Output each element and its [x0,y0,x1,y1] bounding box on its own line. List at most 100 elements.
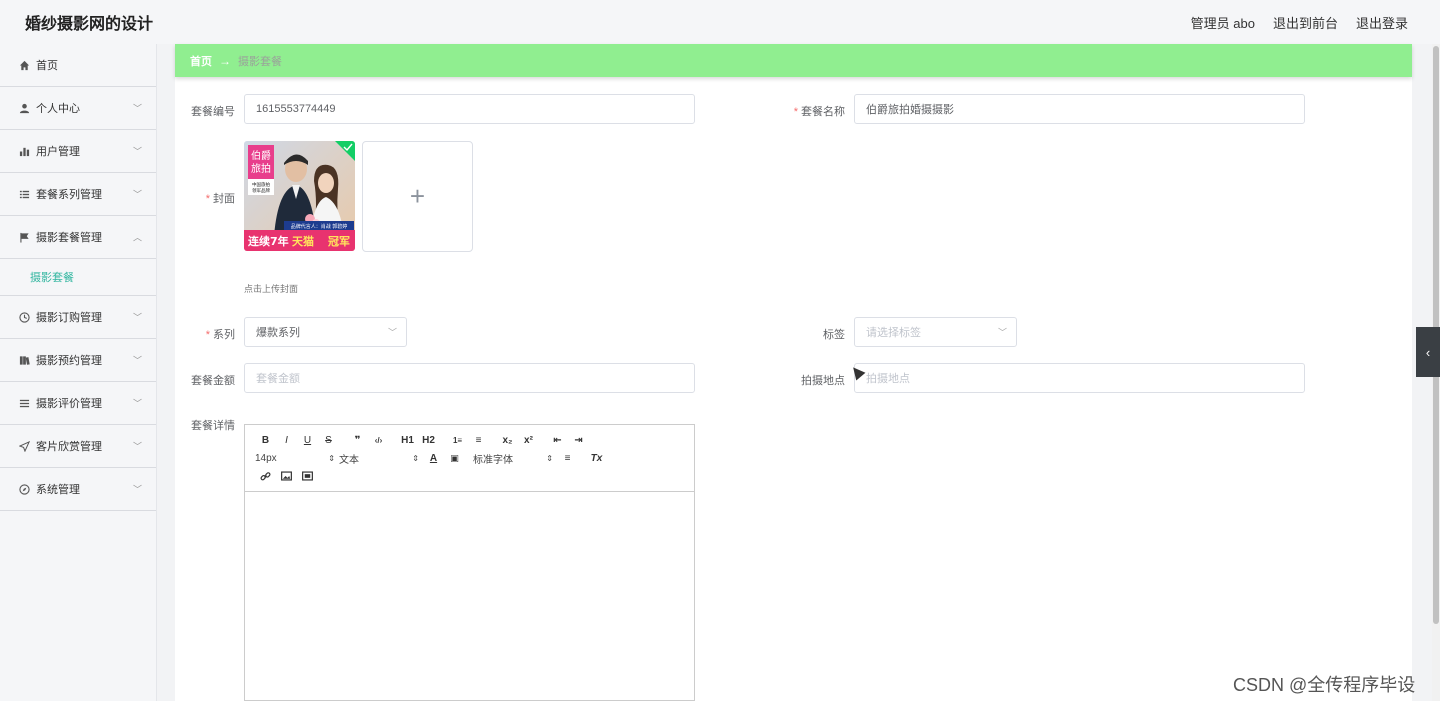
upload-cover-button[interactable]: + [362,141,473,252]
sidebar-item-personal[interactable]: 个人中心 ﹀ [0,87,156,130]
rich-text-editor: B I U S ❞ ‹/› H1 H2 1≡ ≡ x₂ x² ⇤ ⇥ 14px … [244,424,695,701]
price-label: 套餐金额 [191,375,235,387]
font-size-picker[interactable]: 14px ⇕ [255,449,339,467]
image-icon[interactable] [276,467,297,485]
font-family-picker[interactable]: 标准字体 ⇕ [473,449,557,467]
sidebar-item-reviews[interactable]: 摄影评价管理 ﹀ [0,382,156,425]
chevron-down-icon: ﹀ [387,327,397,338]
ordered-list-button[interactable]: 1≡ [447,431,468,449]
drawer-toggle-button[interactable]: ‹ [1416,327,1440,377]
cover-hint: 点击上传封面 [244,284,299,294]
flag-icon [18,231,30,243]
updown-icon: ⇕ [546,453,553,463]
chevron-down-icon: ﹀ [132,103,142,114]
chevron-down-icon: ﹀ [132,398,142,409]
chevron-left-icon: ‹ [1425,344,1431,360]
svg-text:品牌代言人：肖战 郭碧婷: 品牌代言人：肖战 郭碧婷 [291,223,348,230]
video-icon[interactable] [297,467,318,485]
bullet-list-button[interactable]: ≡ [468,431,489,449]
font-color-icon[interactable]: A [423,449,444,467]
list-icon [18,188,30,200]
sidebar-item-home[interactable]: 首页 [0,44,156,87]
underline-button[interactable]: U [297,431,318,449]
updown-icon: ⇕ [328,453,335,463]
superscript-button[interactable]: x² [518,431,539,449]
name-label: * 套餐名称 [793,106,845,118]
align-left-icon[interactable]: ≡ [557,449,578,467]
chevron-down-icon: ﹀ [997,327,1007,338]
code-block-button[interactable]: ‹/› [368,431,389,449]
tag-label: 标签 [823,329,845,341]
svg-text:冠军: 冠军 [328,235,350,248]
admin-user[interactable]: 管理员 abo [1191,13,1255,32]
outdent-button[interactable]: ⇤ [547,431,568,449]
editor-toolbar: B I U S ❞ ‹/› H1 H2 1≡ ≡ x₂ x² ⇤ ⇥ 14px … [245,425,694,492]
header-actions: 管理员 abo 退出到前台 退出登录 [1191,13,1408,32]
send-icon [18,440,30,452]
location-label: 拍摄地点 [801,375,845,387]
series-select[interactable]: 爆款系列 ﹀ [244,317,407,347]
menu-icon [18,397,30,409]
svg-text:伯爵: 伯爵 [251,149,271,162]
detail-label: 套餐详情 [191,420,235,432]
chevron-up-icon: ︿ [132,232,142,243]
svg-text:连续7年: 连续7年 [248,234,289,248]
app-title: 婚纱摄影网的设计 [25,16,154,33]
cover-label: * 封面 [205,193,235,205]
code-label: 套餐编号 [191,106,235,118]
chevron-down-icon: ﹀ [132,146,142,157]
price-input[interactable]: 套餐金额 [244,363,695,393]
logout-link[interactable]: 退出登录 [1356,13,1408,32]
sidebar-item-series[interactable]: 套餐系列管理 ﹀ [0,173,156,216]
svg-text:中国旅拍: 中国旅拍 [252,181,270,188]
updown-icon: ⇕ [412,453,419,463]
svg-text:领军品牌: 领军品牌 [252,187,270,194]
to-frontend-link[interactable]: 退出到前台 [1273,13,1338,32]
sidebar-item-orders[interactable]: 摄影订购管理 ﹀ [0,296,156,339]
link-icon[interactable] [255,467,276,485]
code-input[interactable]: 1615553774449 [244,94,695,124]
background-color-icon[interactable]: ▣ [444,449,465,467]
sidebar-item-packages[interactable]: 摄影套餐管理 ︿ [0,216,156,259]
name-input[interactable]: 伯爵旅拍婚摄摄影 [854,94,1305,124]
tag-select[interactable]: 请选择标签 ﹀ [854,317,1017,347]
plus-icon: + [409,181,426,211]
sidebar: 首页 个人中心 ﹀ 用户管理 ﹀ 套餐系列管理 ﹀ 摄影套餐管理 ︿ 摄影套餐 … [0,44,157,701]
chevron-down-icon: ﹀ [132,484,142,495]
breadcrumb-arrow: → [219,53,231,68]
strike-button[interactable]: S [318,431,339,449]
chevron-down-icon: ﹀ [132,441,142,452]
sidebar-item-appointments[interactable]: 摄影预约管理 ﹀ [0,339,156,382]
location-input[interactable]: 拍摄地点 [854,363,1305,393]
bar-chart-icon [18,145,30,157]
h1-button[interactable]: H1 [397,431,418,449]
clock-icon [18,311,30,323]
main-content: 首页 → 摄影套餐 套餐编号 1615553774449 * 套餐名称 伯爵旅拍婚… [175,44,1412,701]
home-icon [18,59,30,71]
sidebar-item-system[interactable]: 系统管理 ﹀ [0,468,156,511]
breadcrumb: 首页 → 摄影套餐 [175,44,1412,77]
cover-image[interactable]: 伯爵 旅拍 中国旅拍 领军品牌 品牌代言人：肖战 郭碧婷 连续7年 天猫 冠军 [244,141,355,251]
top-bar: 婚纱摄影网的设计 管理员 abo 退出到前台 退出登录 [0,0,1440,44]
subscript-button[interactable]: x₂ [497,431,518,449]
h2-button[interactable]: H2 [418,431,439,449]
blockquote-button[interactable]: ❞ [347,431,368,449]
chevron-down-icon: ﹀ [132,312,142,323]
bold-button[interactable]: B [255,431,276,449]
user-icon [18,102,30,114]
sidebar-subitem-packages[interactable]: 摄影套餐 [0,259,156,296]
chevron-down-icon: ﹀ [132,355,142,366]
sidebar-item-gallery[interactable]: 客片欣赏管理 ﹀ [0,425,156,468]
svg-text:天猫: 天猫 [292,234,314,248]
sidebar-item-users[interactable]: 用户管理 ﹀ [0,130,156,173]
italic-button[interactable]: I [276,431,297,449]
chevron-down-icon: ﹀ [132,189,142,200]
breadcrumb-home[interactable]: 首页 [190,53,212,69]
header-picker[interactable]: 文本 ⇕ [339,449,423,467]
series-label: * 系列 [205,329,235,341]
indent-button[interactable]: ⇥ [568,431,589,449]
breadcrumb-current: 摄影套餐 [238,55,282,68]
clear-format-icon[interactable]: Tx [586,449,607,467]
editor-content-area[interactable] [245,492,694,701]
svg-text:旅拍: 旅拍 [251,162,271,175]
